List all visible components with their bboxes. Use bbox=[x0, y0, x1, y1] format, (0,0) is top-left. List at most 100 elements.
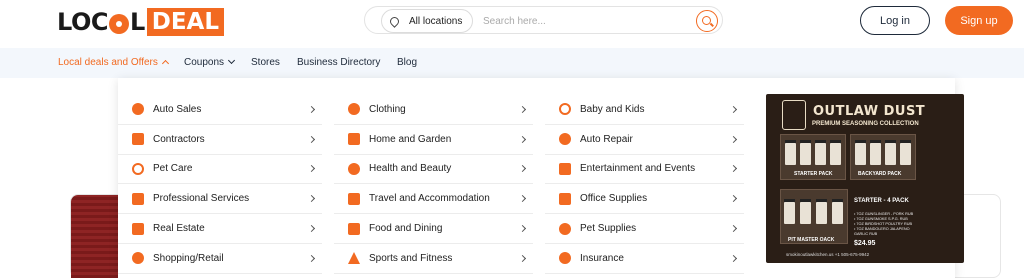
car-icon bbox=[132, 103, 144, 116]
menu-item-auto-sales[interactable]: Auto Sales bbox=[118, 95, 322, 125]
logo-text-l: L bbox=[129, 8, 145, 36]
chevron-right-icon bbox=[729, 195, 738, 203]
nav-blog-label: Blog bbox=[397, 57, 418, 68]
menu-item-insurance[interactable]: Insurance bbox=[545, 244, 744, 274]
promo-banner[interactable]: OUTLAW DUST PREMIUM SEASONING COLLECTION… bbox=[766, 94, 964, 263]
menu-column-2: Clothing Home and Garden Health and Beau… bbox=[334, 95, 533, 274]
background-card-image bbox=[71, 195, 123, 278]
menu-item-label: Office Supplies bbox=[580, 193, 648, 205]
nav-coupons[interactable]: Coupons bbox=[184, 56, 236, 68]
chevron-up-icon bbox=[161, 59, 169, 68]
briefcase-icon bbox=[132, 192, 144, 205]
pet-supplies-icon bbox=[559, 222, 571, 235]
menu-item-label: Shopping/Retail bbox=[153, 252, 224, 264]
chevron-right-icon bbox=[307, 105, 316, 113]
promo-title: OUTLAW DUST bbox=[813, 104, 926, 119]
logo[interactable]: LOC L DEAL bbox=[57, 8, 225, 36]
menu-item-label: Auto Repair bbox=[580, 133, 633, 145]
chevron-right-icon bbox=[518, 254, 527, 262]
menu-item-label: Entertainment and Events bbox=[580, 163, 696, 175]
food-icon bbox=[348, 222, 360, 235]
starter-pack-label: STARTER PACK bbox=[794, 171, 833, 177]
menu-item-label: Travel and Accommodation bbox=[369, 193, 490, 205]
pit-master-pack-label: PIT MASTER OACK bbox=[788, 237, 835, 243]
nav-stores-label: Stores bbox=[251, 57, 280, 68]
menu-item-pet-care[interactable]: Pet Care bbox=[118, 155, 322, 185]
baby-icon bbox=[559, 103, 571, 116]
header: LOC L DEAL All locations Log in Sign up bbox=[0, 0, 1024, 48]
menu-item-label: Clothing bbox=[369, 103, 406, 115]
logo-o-icon bbox=[108, 14, 129, 34]
menu-item-pet-supplies[interactable]: Pet Supplies bbox=[545, 214, 744, 244]
pet-care-icon bbox=[132, 162, 144, 175]
chevron-right-icon bbox=[307, 254, 316, 262]
chevron-right-icon bbox=[307, 135, 316, 143]
promo-footer: smokinoutlawkitchen.us +1 505-675-9942 bbox=[786, 252, 870, 257]
menu-item-health-beauty[interactable]: Health and Beauty bbox=[334, 155, 533, 185]
logo-text-deal: DEAL bbox=[146, 8, 225, 36]
menu-item-label: Auto Sales bbox=[153, 103, 202, 115]
menu-item-label: Contractors bbox=[153, 133, 205, 145]
menu-item-contractors[interactable]: Contractors bbox=[118, 125, 322, 155]
menu-item-baby-kids[interactable]: Baby and Kids bbox=[545, 95, 744, 125]
insurance-icon bbox=[559, 252, 571, 265]
beauty-icon bbox=[348, 162, 360, 175]
menu-item-real-estate[interactable]: Real Estate bbox=[118, 214, 322, 244]
menu-item-label: Sports and Fitness bbox=[369, 252, 453, 264]
menu-item-label: Home and Garden bbox=[369, 133, 452, 145]
deals-dropdown-menu: Auto Sales Contractors Pet Care Professi… bbox=[118, 78, 964, 278]
clothing-icon bbox=[348, 103, 360, 116]
nav-stores[interactable]: Stores bbox=[251, 57, 280, 68]
menu-item-label: Insurance bbox=[580, 252, 624, 264]
chevron-right-icon bbox=[729, 105, 738, 113]
chevron-right-icon bbox=[518, 225, 527, 233]
starter-item: • 7OZ BANDOLERO JALAPENO GARLIC RUB bbox=[854, 227, 910, 236]
chevron-right-icon bbox=[518, 135, 527, 143]
location-pin-icon bbox=[388, 14, 401, 28]
promo-subtitle: PREMIUM SEASONING COLLECTION bbox=[812, 121, 919, 127]
nav-business-directory-label: Business Directory bbox=[297, 57, 381, 68]
menu-item-travel[interactable]: Travel and Accommodation bbox=[334, 184, 533, 215]
login-button[interactable]: Log in bbox=[860, 6, 930, 35]
backyard-pack-label: BACKYARD PACK bbox=[858, 171, 902, 177]
nav-local-deals[interactable]: Local deals and Offers bbox=[58, 57, 169, 68]
menu-item-office-supplies[interactable]: Office Supplies bbox=[545, 184, 744, 215]
search-input[interactable] bbox=[483, 11, 683, 31]
menu-item-home-garden[interactable]: Home and Garden bbox=[334, 125, 533, 155]
chevron-right-icon bbox=[518, 165, 527, 173]
menu-item-shopping-retail[interactable]: Shopping/Retail bbox=[118, 244, 322, 274]
chevron-right-icon bbox=[307, 225, 316, 233]
chevron-right-icon bbox=[518, 195, 527, 203]
chevron-right-icon bbox=[729, 254, 738, 262]
chevron-right-icon bbox=[518, 105, 527, 113]
nav-business-directory[interactable]: Business Directory bbox=[297, 57, 380, 68]
location-selector[interactable]: All locations bbox=[381, 9, 473, 33]
office-icon bbox=[559, 192, 571, 205]
trophy-icon bbox=[348, 252, 360, 265]
search-button[interactable] bbox=[696, 10, 718, 32]
menu-item-label: Pet Supplies bbox=[580, 223, 637, 235]
menu-item-label: Real Estate bbox=[153, 223, 205, 235]
menu-item-professional-services[interactable]: Professional Services bbox=[118, 184, 322, 215]
wrench-icon bbox=[559, 133, 571, 146]
nav-blog[interactable]: Blog bbox=[397, 57, 417, 68]
starter-4-pack-label: STARTER - 4 PACK bbox=[854, 198, 909, 204]
menu-column-1: Auto Sales Contractors Pet Care Professi… bbox=[118, 95, 322, 274]
pit-master-pack-image bbox=[780, 189, 848, 244]
chevron-right-icon bbox=[307, 165, 316, 173]
chevron-right-icon bbox=[307, 195, 316, 203]
promo-price: $24.95 bbox=[854, 240, 876, 247]
starter-pack-contents: • 7OZ GUNSLINGER - PORK RUB • 7OZ GUNSMO… bbox=[854, 212, 914, 237]
menu-item-sports-fitness[interactable]: Sports and Fitness bbox=[334, 244, 533, 274]
menu-item-auto-repair[interactable]: Auto Repair bbox=[545, 125, 744, 155]
menu-column-3: Baby and Kids Auto Repair Entertainment … bbox=[545, 95, 744, 274]
chevron-down-icon bbox=[227, 56, 236, 65]
building-icon bbox=[132, 222, 144, 235]
nav-coupons-label: Coupons bbox=[184, 57, 225, 68]
menu-item-clothing[interactable]: Clothing bbox=[334, 95, 533, 125]
main-nav: Local deals and Offers Coupons Stores Bu… bbox=[0, 48, 1024, 78]
menu-item-entertainment[interactable]: Entertainment and Events bbox=[545, 155, 744, 185]
logo-text-loc: LOC bbox=[57, 8, 108, 36]
signup-button[interactable]: Sign up bbox=[945, 6, 1013, 35]
menu-item-food-dining[interactable]: Food and Dining bbox=[334, 214, 533, 244]
